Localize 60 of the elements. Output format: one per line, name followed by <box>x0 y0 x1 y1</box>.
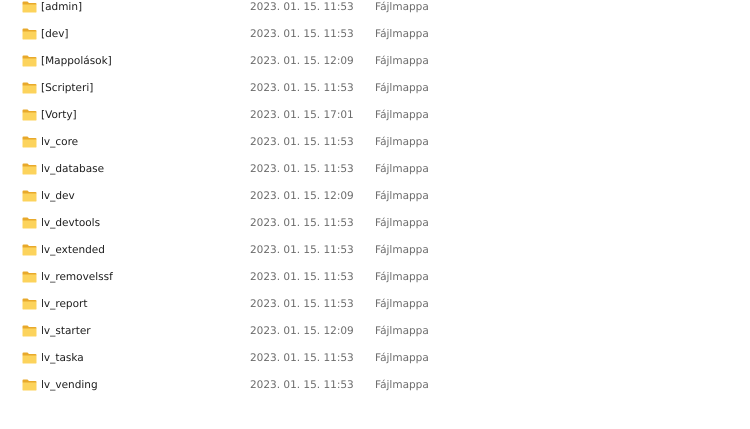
file-type: Fájlmappa <box>375 243 429 257</box>
folder-icon <box>22 244 37 256</box>
file-type: Fájlmappa <box>375 0 429 14</box>
modified-date: 2023. 01. 15. 12:09 <box>250 189 355 203</box>
folder-icon <box>22 379 37 391</box>
folder-icon <box>22 217 37 229</box>
folder-icon <box>22 163 37 175</box>
file-name[interactable]: lv_devtools <box>41 216 100 230</box>
modified-date: 2023. 01. 15. 12:09 <box>250 324 355 338</box>
folder-icon <box>22 109 37 121</box>
folder-icon <box>22 28 37 40</box>
modified-date: 2023. 01. 15. 11:53 <box>250 135 355 149</box>
file-name[interactable]: lv_extended <box>41 243 105 257</box>
file-type: Fájlmappa <box>375 216 429 230</box>
modified-date: 2023. 01. 15. 11:53 <box>250 270 355 284</box>
modified-date: 2023. 01. 15. 11:53 <box>250 297 355 311</box>
file-name[interactable]: lv_core <box>41 135 78 149</box>
file-type: Fájlmappa <box>375 27 429 41</box>
file-name[interactable]: [Vorty] <box>41 108 77 122</box>
file-name[interactable]: lv_starter <box>41 324 91 338</box>
folder-icon <box>22 190 37 202</box>
folder-icon <box>22 55 37 67</box>
file-name[interactable]: [Scripteri] <box>41 81 94 95</box>
file-type: Fájlmappa <box>375 324 429 338</box>
file-type: Fájlmappa <box>375 297 429 311</box>
file-name[interactable]: [Mappolások] <box>41 54 112 68</box>
modified-date: 2023. 01. 15. 11:53 <box>250 162 355 176</box>
file-type: Fájlmappa <box>375 351 429 365</box>
modified-date: 2023. 01. 15. 11:53 <box>250 351 355 365</box>
folder-icon <box>22 352 37 364</box>
file-name[interactable]: lv_dev <box>41 189 75 203</box>
file-name[interactable]: lv_taska <box>41 351 84 365</box>
modified-date: 2023. 01. 15. 12:09 <box>250 54 355 68</box>
file-name[interactable]: [admin] <box>41 0 82 14</box>
folder-icon <box>22 82 37 94</box>
modified-date: 2023. 01. 15. 17:01 <box>250 108 355 122</box>
file-name[interactable]: lv_report <box>41 297 88 311</box>
file-type: Fájlmappa <box>375 270 429 284</box>
file-name[interactable]: lv_database <box>41 162 104 176</box>
modified-date: 2023. 01. 15. 11:53 <box>250 0 355 14</box>
file-type: Fájlmappa <box>375 135 429 149</box>
folder-icon <box>22 271 37 283</box>
modified-date: 2023. 01. 15. 11:53 <box>250 27 355 41</box>
file-type: Fájlmappa <box>375 108 429 122</box>
file-type: Fájlmappa <box>375 162 429 176</box>
folder-icon <box>22 136 37 148</box>
folder-icon <box>22 1 37 13</box>
folder-icon <box>22 298 37 310</box>
file-type: Fájlmappa <box>375 81 429 95</box>
file-type: Fájlmappa <box>375 54 429 68</box>
file-type: Fájlmappa <box>375 189 429 203</box>
folder-icon <box>22 325 37 337</box>
file-name[interactable]: lv_vending <box>41 378 98 392</box>
modified-date: 2023. 01. 15. 11:53 <box>250 243 355 257</box>
modified-date: 2023. 01. 15. 11:53 <box>250 216 355 230</box>
modified-date: 2023. 01. 15. 11:53 <box>250 81 355 95</box>
modified-date: 2023. 01. 15. 11:53 <box>250 378 355 392</box>
file-name[interactable]: [dev] <box>41 27 69 41</box>
file-name[interactable]: lv_removelssf <box>41 270 113 284</box>
file-type: Fájlmappa <box>375 378 429 392</box>
